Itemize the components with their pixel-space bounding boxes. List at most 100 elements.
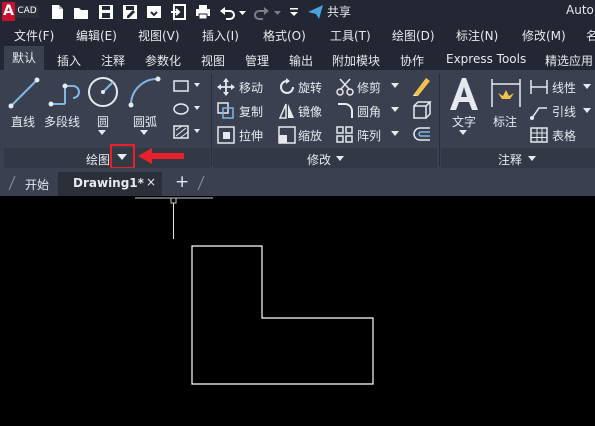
linear-dimension-icon[interactable] [529,78,549,96]
table-tool-label[interactable]: 表格 [552,127,576,144]
dimension-tool-label[interactable]: 标注 [493,113,517,130]
stretch-tool-label[interactable]: 拉伸 [239,127,263,144]
close-tab-icon[interactable]: × [146,175,156,189]
redo-dropdown-icon[interactable] [273,3,283,21]
annotation-panel-title: 注释 [498,153,523,167]
tab-express-tools[interactable]: Express Tools [446,52,526,66]
erase-icon[interactable] [410,76,432,96]
tab-insert[interactable]: 插入 [57,52,81,69]
tab-default[interactable]: 默认 [4,46,45,70]
array-dropdown-icon[interactable] [390,130,400,138]
trim-icon[interactable] [336,78,354,96]
hatch-icon[interactable] [172,101,204,117]
stretch-icon[interactable] [217,126,235,144]
polyline-tool-label[interactable]: 多段线 [44,113,80,130]
rotate-icon[interactable] [278,78,296,96]
drawing-tab-label[interactable]: Drawing1* [73,176,144,190]
crosshair-box [170,197,177,204]
move-icon[interactable] [217,78,235,96]
circle-dropdown-icon[interactable] [97,129,107,137]
mirror-icon[interactable] [278,102,296,120]
move-tool-label[interactable]: 移动 [239,79,263,96]
undo-dropdown-icon[interactable] [238,3,248,21]
leader-icon[interactable] [529,102,549,120]
leader-dropdown-icon[interactable] [582,107,592,115]
app-logo-letter: A [2,2,15,21]
tab-annotate[interactable]: 注释 [101,52,125,69]
copy-icon[interactable] [217,102,235,120]
customize-dropdown-icon[interactable] [288,3,300,21]
app-logo[interactable]: A CAD [2,2,40,21]
menu-edit[interactable]: 编辑(E) [76,27,117,44]
table-icon[interactable] [529,126,549,144]
arc-tool-label[interactable]: 圆弧 [133,113,157,130]
save-icon[interactable] [97,3,115,21]
circle-tool-label[interactable]: 圆 [97,113,109,130]
rotate-tool-label[interactable]: 旋转 [298,79,322,96]
gradient-icon[interactable] [172,124,204,140]
l-shape-polyline[interactable] [191,245,374,385]
circle-icon[interactable] [86,75,120,109]
canvas-drawing[interactable] [0,196,595,426]
panel-separator [211,74,212,166]
scale-tool-label[interactable]: 缩放 [298,127,322,144]
new-icon[interactable] [48,3,66,21]
save-as-icon[interactable] [121,3,139,21]
menu-modify[interactable]: 修改(M) [522,27,566,44]
tab-manage[interactable]: 管理 [245,52,269,69]
modify-panel-expand-icon[interactable] [335,155,345,163]
import-icon[interactable] [170,3,188,21]
menu-tools[interactable]: 工具(T) [330,27,371,44]
rectangle-icon[interactable] [172,78,204,94]
copy-tool-label[interactable]: 复制 [239,103,263,120]
leader-tool-label[interactable]: 引线 [552,103,576,120]
open-icon[interactable] [72,3,90,21]
menu-draw[interactable]: 绘图(D) [392,27,435,44]
tab-addins[interactable]: 附加模块 [332,52,380,69]
linear-tool-label[interactable]: 线性 [552,79,576,96]
draw-panel-title: 绘图 [86,153,111,167]
tab-parametric[interactable]: 参数化 [145,52,181,69]
cloud-open-icon[interactable] [145,3,163,21]
offset-icon[interactable] [410,124,432,144]
menu-insert[interactable]: 插入(I) [202,27,239,44]
linear-dropdown-icon[interactable] [582,83,592,91]
array-tool-label[interactable]: 阵列 [357,127,381,144]
share-icon[interactable] [307,3,325,21]
dimension-icon[interactable] [489,76,523,110]
trim-dropdown-icon[interactable] [390,82,400,90]
redo-icon[interactable] [253,3,271,21]
line-icon[interactable] [7,76,41,110]
menu-format[interactable]: 格式(O) [263,27,306,44]
arc-dropdown-icon[interactable] [139,129,149,137]
add-tab-icon[interactable]: + [175,172,189,192]
tab-output[interactable]: 输出 [289,52,313,69]
fillet-icon[interactable] [336,102,354,120]
tab-collaborate[interactable]: 协作 [400,52,424,69]
undo-icon[interactable] [218,3,236,21]
app-logo-text: CAD [15,5,39,18]
explode-icon[interactable] [410,100,432,120]
text-tool-label[interactable]: 文字 [452,113,476,130]
menu-view[interactable]: 视图(V) [138,27,180,44]
menu-dimension[interactable]: 标注(N) [456,27,498,44]
tab-view[interactable]: 视图 [201,52,225,69]
share-label[interactable]: 共享 [327,3,351,20]
trim-tool-label[interactable]: 修剪 [357,79,381,96]
print-icon[interactable] [194,3,212,21]
fillet-dropdown-icon[interactable] [390,106,400,114]
menu-param-truncated[interactable]: 名 [586,27,595,44]
text-dropdown-icon[interactable] [458,129,468,137]
start-tab[interactable]: 开始 [25,176,49,193]
scale-icon[interactable] [278,126,296,144]
annotation-panel-expand-icon[interactable] [527,155,537,163]
text-icon[interactable] [447,76,481,112]
polyline-icon[interactable] [47,76,83,110]
menu-file[interactable]: 文件(F) [14,27,54,44]
line-tool-label[interactable]: 直线 [11,113,35,130]
arc-icon[interactable] [126,75,164,109]
mirror-tool-label[interactable]: 镜像 [298,103,322,120]
array-icon[interactable] [336,126,354,144]
tab-featured-apps[interactable]: 精选应用 [545,52,593,69]
fillet-tool-label[interactable]: 圆角 [357,103,381,120]
